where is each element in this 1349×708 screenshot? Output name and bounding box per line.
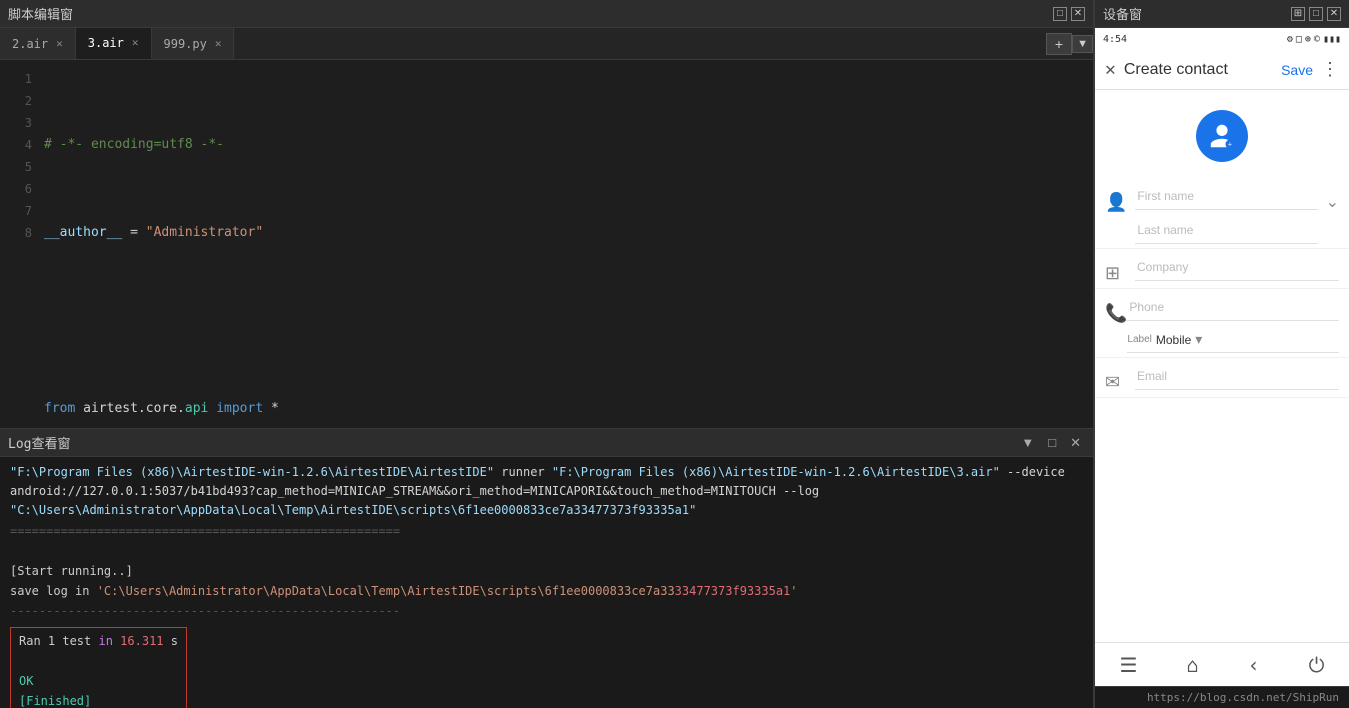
line-numbers: 1 2 3 4 5 6 7 8 bbox=[0, 60, 36, 428]
log-restore-btn[interactable]: □ bbox=[1044, 433, 1060, 452]
device-close-btn[interactable]: ✕ bbox=[1327, 7, 1341, 21]
phone-avatar-area: + bbox=[1095, 100, 1349, 178]
log-empty-2 bbox=[19, 652, 178, 671]
log-finished-line: [Finished] bbox=[19, 692, 178, 708]
phone-email-row: ✉ bbox=[1095, 358, 1349, 398]
code-line-3 bbox=[44, 310, 1085, 332]
log-content[interactable]: "F:\Program Files (x86)\AirtestIDE-win-1… bbox=[0, 457, 1093, 708]
editor-panel: 脚本编辑窗 □ ✕ 2.air ✕ 3.air ✕ 999.py ✕ + ▼ 1… bbox=[0, 0, 1094, 708]
phone-icon: 📞 bbox=[1105, 303, 1127, 324]
device-panel: 设备窗 ⊞ □ ✕ 4:54 ⚙ □ ⊕ © ▮▮▮ ✕ Create cont… bbox=[1094, 0, 1349, 708]
log-panel: Log查看窗 ▼ □ ✕ "F:\Program Files (x86)\Air… bbox=[0, 428, 1093, 708]
phone-appbar: ✕ Create contact Save ⋮ bbox=[1095, 50, 1349, 90]
phone-more-icon[interactable]: ⋮ bbox=[1321, 59, 1339, 80]
log-savelog: save log in 'C:\Users\Administrator\AppD… bbox=[10, 582, 1083, 601]
tab-999py[interactable]: 999.py ✕ bbox=[152, 28, 235, 59]
log-line-cmd: "F:\Program Files (x86)\AirtestIDE-win-1… bbox=[10, 463, 1083, 521]
editor-restore-btn[interactable]: □ bbox=[1053, 7, 1067, 21]
add-photo-icon: + bbox=[1208, 122, 1236, 150]
nav-back-icon[interactable]: ‹ bbox=[1248, 653, 1260, 677]
device-title: 设备窗 bbox=[1103, 4, 1142, 23]
code-lines[interactable]: # -*- encoding=utf8 -*- __author__ = "Ad… bbox=[36, 60, 1093, 428]
editor-titlebar-left: 脚本编辑窗 bbox=[8, 4, 73, 23]
log-separator-1: ========================================… bbox=[10, 522, 1083, 541]
nav-power-icon[interactable]: ⏻ bbox=[1309, 653, 1325, 677]
editor-window-controls: □ ✕ bbox=[1053, 7, 1085, 21]
tab-3air-close[interactable]: ✕ bbox=[132, 36, 139, 49]
phone-navbar: ☰ ⌂ ‹ ⏻ bbox=[1095, 642, 1349, 686]
nav-menu-icon[interactable]: ☰ bbox=[1120, 653, 1138, 677]
svg-text:+: + bbox=[1228, 142, 1232, 149]
tab-3air[interactable]: 3.air ✕ bbox=[76, 28, 152, 59]
code-editor-area[interactable]: 1 2 3 4 5 6 7 8 # -*- encoding=utf8 -*- … bbox=[0, 60, 1093, 428]
company-icon: ⊞ bbox=[1105, 263, 1127, 284]
tabs-bar: 2.air ✕ 3.air ✕ 999.py ✕ + ▼ bbox=[0, 28, 1093, 60]
code-line-2: __author__ = "Administrator" bbox=[44, 222, 1085, 244]
company-input[interactable] bbox=[1135, 253, 1339, 281]
tab-2air[interactable]: 2.air ✕ bbox=[0, 28, 76, 59]
phone-phone-row: 📞 Label Mobile ▾ bbox=[1095, 289, 1349, 358]
phone-label-row: Label Mobile ▾ bbox=[1127, 327, 1339, 353]
log-ran-line: Ran 1 test in 16.311 s bbox=[19, 632, 178, 651]
log-start: [Start running..] bbox=[10, 562, 1083, 581]
log-result-box: Ran 1 test in 16.311 s OK [Finished] bbox=[10, 627, 187, 708]
code-line-1: # -*- encoding=utf8 -*- bbox=[44, 134, 1085, 156]
nav-home-icon[interactable]: ⌂ bbox=[1186, 653, 1198, 677]
log-filter-btn[interactable]: ▼ bbox=[1017, 433, 1038, 452]
device-url-bar: https://blog.csdn.net/ShipRun bbox=[1095, 686, 1349, 708]
phone-name-row: 👤 ⌄ bbox=[1095, 178, 1349, 249]
code-line-4: from airtest.core. api import * bbox=[44, 398, 1085, 420]
device-screen-btn[interactable]: ⊞ bbox=[1291, 7, 1305, 21]
log-close-btn[interactable]: ✕ bbox=[1066, 433, 1085, 453]
phone-time: 4:54 bbox=[1103, 34, 1127, 45]
email-input[interactable] bbox=[1135, 362, 1339, 390]
person-icon: 👤 bbox=[1105, 192, 1127, 213]
log-empty-1 bbox=[10, 542, 1083, 561]
device-titlebar: 设备窗 ⊞ □ ✕ bbox=[1095, 0, 1349, 28]
log-separator-2: ----------------------------------------… bbox=[10, 602, 1083, 621]
first-name-input[interactable] bbox=[1135, 182, 1317, 210]
phone-save-btn[interactable]: Save bbox=[1281, 62, 1313, 78]
code-content: 1 2 3 4 5 6 7 8 # -*- encoding=utf8 -*- … bbox=[0, 60, 1093, 428]
editor-title: 脚本编辑窗 bbox=[8, 4, 73, 23]
phone-avatar-btn[interactable]: + bbox=[1196, 110, 1248, 162]
phone-screen: 4:54 ⚙ □ ⊕ © ▮▮▮ ✕ Create contact Save ⋮ bbox=[1095, 28, 1349, 708]
last-name-input[interactable] bbox=[1135, 216, 1317, 244]
log-controls: ▼ □ ✕ bbox=[1017, 433, 1085, 453]
editor-close-btn[interactable]: ✕ bbox=[1071, 7, 1085, 21]
tab-2air-close[interactable]: ✕ bbox=[56, 37, 63, 50]
phone-appbar-title: Create contact bbox=[1124, 61, 1273, 79]
script-dropdown-btn[interactable]: ▼ bbox=[1072, 35, 1093, 53]
phone-form-body: + 👤 ⌄ ⊞ bbox=[1095, 90, 1349, 642]
device-window-controls: ⊞ □ ✕ bbox=[1291, 7, 1341, 21]
log-title: Log查看窗 bbox=[8, 433, 70, 452]
phone-input[interactable] bbox=[1127, 293, 1339, 321]
phone-company-row: ⊞ bbox=[1095, 249, 1349, 289]
expand-name-icon[interactable]: ⌄ bbox=[1326, 192, 1339, 212]
add-script-btn[interactable]: + bbox=[1046, 33, 1072, 55]
email-icon: ✉ bbox=[1105, 372, 1127, 393]
log-titlebar: Log查看窗 ▼ □ ✕ bbox=[0, 429, 1093, 457]
phone-close-icon[interactable]: ✕ bbox=[1105, 59, 1116, 80]
tab-999py-close[interactable]: ✕ bbox=[215, 37, 222, 50]
log-ok-line: OK bbox=[19, 672, 178, 691]
phone-label-dropdown[interactable]: ▾ bbox=[1195, 331, 1202, 348]
device-restore-btn[interactable]: □ bbox=[1309, 7, 1323, 21]
phone-label-value: Mobile bbox=[1156, 333, 1191, 347]
editor-titlebar: 脚本编辑窗 □ ✕ bbox=[0, 0, 1093, 28]
phone-statusbar: 4:54 ⚙ □ ⊕ © ▮▮▮ bbox=[1095, 28, 1349, 50]
